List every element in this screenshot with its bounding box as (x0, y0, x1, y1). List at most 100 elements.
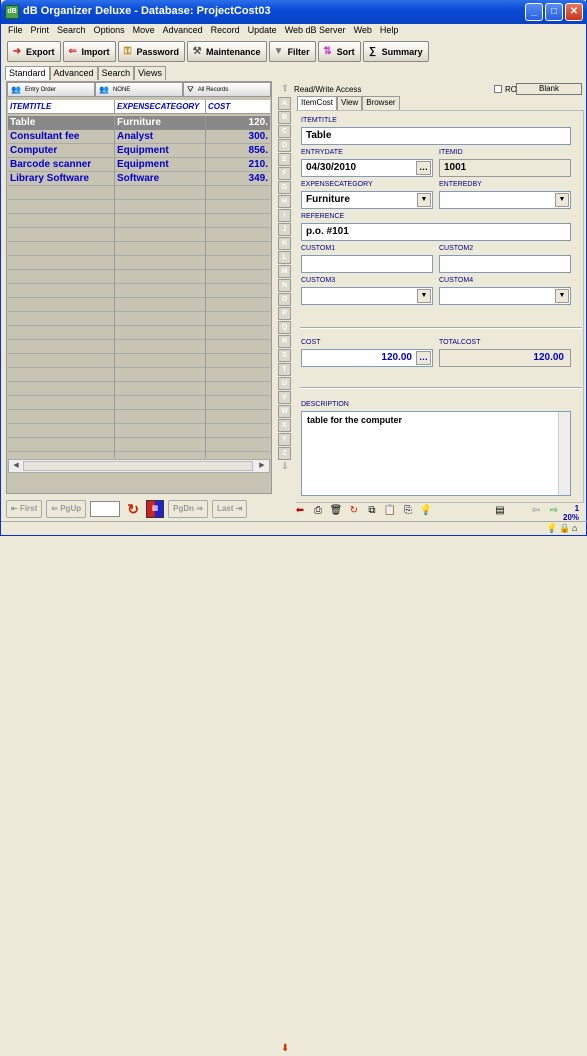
record-number-field[interactable] (90, 500, 121, 517)
letter-index-k[interactable]: K (278, 237, 291, 250)
letter-index-i[interactable]: I (278, 209, 291, 222)
expensecategory-select[interactable]: Furniture ▼ (301, 191, 433, 209)
table-row[interactable]: Barcode scanner Equipment 210. (8, 158, 270, 172)
import-button[interactable]: ⇐ Import (62, 41, 116, 62)
table-row[interactable]: Computer Equipment 856. (8, 144, 270, 158)
table-row[interactable]: Table Furniture 120. (8, 116, 270, 130)
menu-move[interactable]: Move (130, 24, 160, 38)
letter-index-z[interactable]: Z (278, 447, 291, 460)
sort-button[interactable]: ⇅ Sort (317, 41, 361, 62)
letter-index-u[interactable]: U (278, 377, 291, 390)
minimize-button[interactable]: _ (525, 3, 543, 21)
chevron-down-icon[interactable]: ▼ (417, 193, 431, 207)
letter-index-m[interactable]: M (278, 265, 291, 278)
print-icon[interactable]: ⎙ (310, 503, 326, 519)
chevron-down-icon[interactable]: ▼ (417, 289, 431, 303)
column-header-cost[interactable]: COST (206, 100, 270, 113)
custom2-field[interactable] (439, 255, 571, 273)
menu-web-db-server[interactable]: Web dB Server (282, 24, 351, 38)
menu-print[interactable]: Print (28, 24, 55, 38)
copy-record-icon[interactable]: ⧉ (364, 503, 380, 519)
menu-advanced[interactable]: Advanced (160, 24, 208, 38)
attach-icon[interactable]: ⎘ (400, 503, 416, 519)
letter-index-f[interactable]: F (278, 167, 291, 180)
letter-index-h[interactable]: H (278, 195, 291, 208)
custom3-select[interactable]: ▼ (301, 287, 433, 305)
letter-index-s[interactable]: S (278, 349, 291, 362)
menu-update[interactable]: Update (245, 24, 282, 38)
paste-record-icon[interactable]: 📋 (382, 503, 398, 519)
ro-checkbox[interactable] (494, 85, 502, 93)
letter-index-d[interactable]: D (278, 139, 291, 152)
tab-advanced[interactable]: Advanced (49, 66, 98, 80)
letter-index-e[interactable]: E (278, 153, 291, 166)
trash-icon[interactable]: 🗑 (328, 503, 344, 519)
close-button[interactable]: ✕ (565, 3, 583, 21)
menu-file[interactable]: File (5, 24, 28, 38)
calculator-button[interactable]: … (416, 351, 431, 365)
up-arrow-icon[interactable]: ⇧ (278, 83, 292, 97)
letter-index-a[interactable]: A (278, 97, 291, 110)
description-scrollbar[interactable] (558, 412, 570, 495)
letter-index-r[interactable]: R (278, 335, 291, 348)
last-button[interactable]: Last ⇥ (211, 499, 248, 518)
letter-index-q[interactable]: Q (278, 321, 291, 334)
letter-index-p[interactable]: P (278, 307, 291, 320)
entrydate-field[interactable]: 04/30/2010… (301, 159, 433, 177)
next-record-icon[interactable]: ⇨ (546, 503, 562, 519)
password-button[interactable]: ⚿ Password (117, 41, 186, 62)
menu-record[interactable]: Record (208, 24, 245, 38)
down-arrow-icon[interactable]: ⬇ (281, 1043, 293, 1056)
column-header-itemtitle[interactable]: ITEMTITLE (8, 100, 115, 113)
scroll-left-icon[interactable]: ◀ (10, 461, 22, 471)
tab-views[interactable]: Views (134, 66, 166, 80)
sort-none-button[interactable]: 👥 NONE (95, 82, 183, 97)
menu-options[interactable]: Options (91, 24, 130, 38)
back-arrow-icon[interactable]: ⬅ (292, 503, 308, 519)
export-button[interactable]: ➜ Export (7, 41, 61, 62)
tab-browser[interactable]: Browser (362, 96, 400, 110)
maximize-button[interactable]: □ (545, 3, 563, 21)
letter-index-x[interactable]: X (278, 419, 291, 432)
first-button[interactable]: ⇤ First (6, 499, 43, 518)
letter-index-b[interactable]: B (278, 111, 291, 124)
menu-search[interactable]: Search (54, 24, 91, 38)
horizontal-scrollbar[interactable]: ◀ ▶ (8, 459, 270, 473)
down-arrow-icon[interactable]: ⇩ (278, 461, 292, 475)
itemtitle-field[interactable]: Table (301, 127, 571, 145)
cost-field[interactable]: 120.00… (301, 349, 433, 367)
lightbulb-icon[interactable]: 💡 (418, 503, 434, 519)
color-grid-icon[interactable]: ▦ (146, 499, 165, 518)
letter-index-j[interactable]: J (278, 223, 291, 236)
pgdn-button[interactable]: PgDn ⇒ (168, 499, 208, 518)
letter-index-g[interactable]: G (278, 181, 291, 194)
blank-button[interactable]: Blank (516, 83, 582, 95)
column-header-expensecategory[interactable]: EXPENSECATEGORY (115, 100, 206, 113)
table-row[interactable]: Consultant fee Analyst 300. (8, 130, 270, 144)
summary-button[interactable]: ∑ Summary (362, 41, 429, 62)
refresh-icon[interactable]: ↻ (124, 500, 142, 518)
table-row[interactable]: Library Software Software 349. (8, 172, 270, 186)
enteredby-select[interactable]: ▼ (439, 191, 571, 209)
menu-help[interactable]: Help (377, 24, 404, 38)
letter-index-c[interactable]: C (278, 125, 291, 138)
menu-web[interactable]: Web (351, 24, 377, 38)
undo-icon[interactable]: ↻ (346, 503, 362, 519)
letter-index-l[interactable]: L (278, 251, 291, 264)
letter-index-v[interactable]: V (278, 391, 291, 404)
filter-button[interactable]: ▼ Filter (268, 41, 316, 62)
letter-index-t[interactable]: T (278, 363, 291, 376)
scroll-thumb[interactable] (23, 461, 253, 471)
tab-itemcost[interactable]: ItemCost (297, 96, 338, 110)
tab-standard[interactable]: Standard (5, 66, 50, 80)
scroll-right-icon[interactable]: ▶ (256, 461, 268, 471)
letter-index-y[interactable]: Y (278, 433, 291, 446)
chevron-down-icon[interactable]: ▼ (555, 193, 569, 207)
custom4-select[interactable]: ▼ (439, 287, 571, 305)
prev-record-icon[interactable]: ⇦ (528, 503, 544, 519)
date-picker-button[interactable]: … (416, 161, 431, 175)
report-icon[interactable]: ▤ (492, 503, 508, 519)
letter-index-o[interactable]: O (278, 293, 291, 306)
letter-index-n[interactable]: N (278, 279, 291, 292)
letter-index-w[interactable]: W (278, 405, 291, 418)
